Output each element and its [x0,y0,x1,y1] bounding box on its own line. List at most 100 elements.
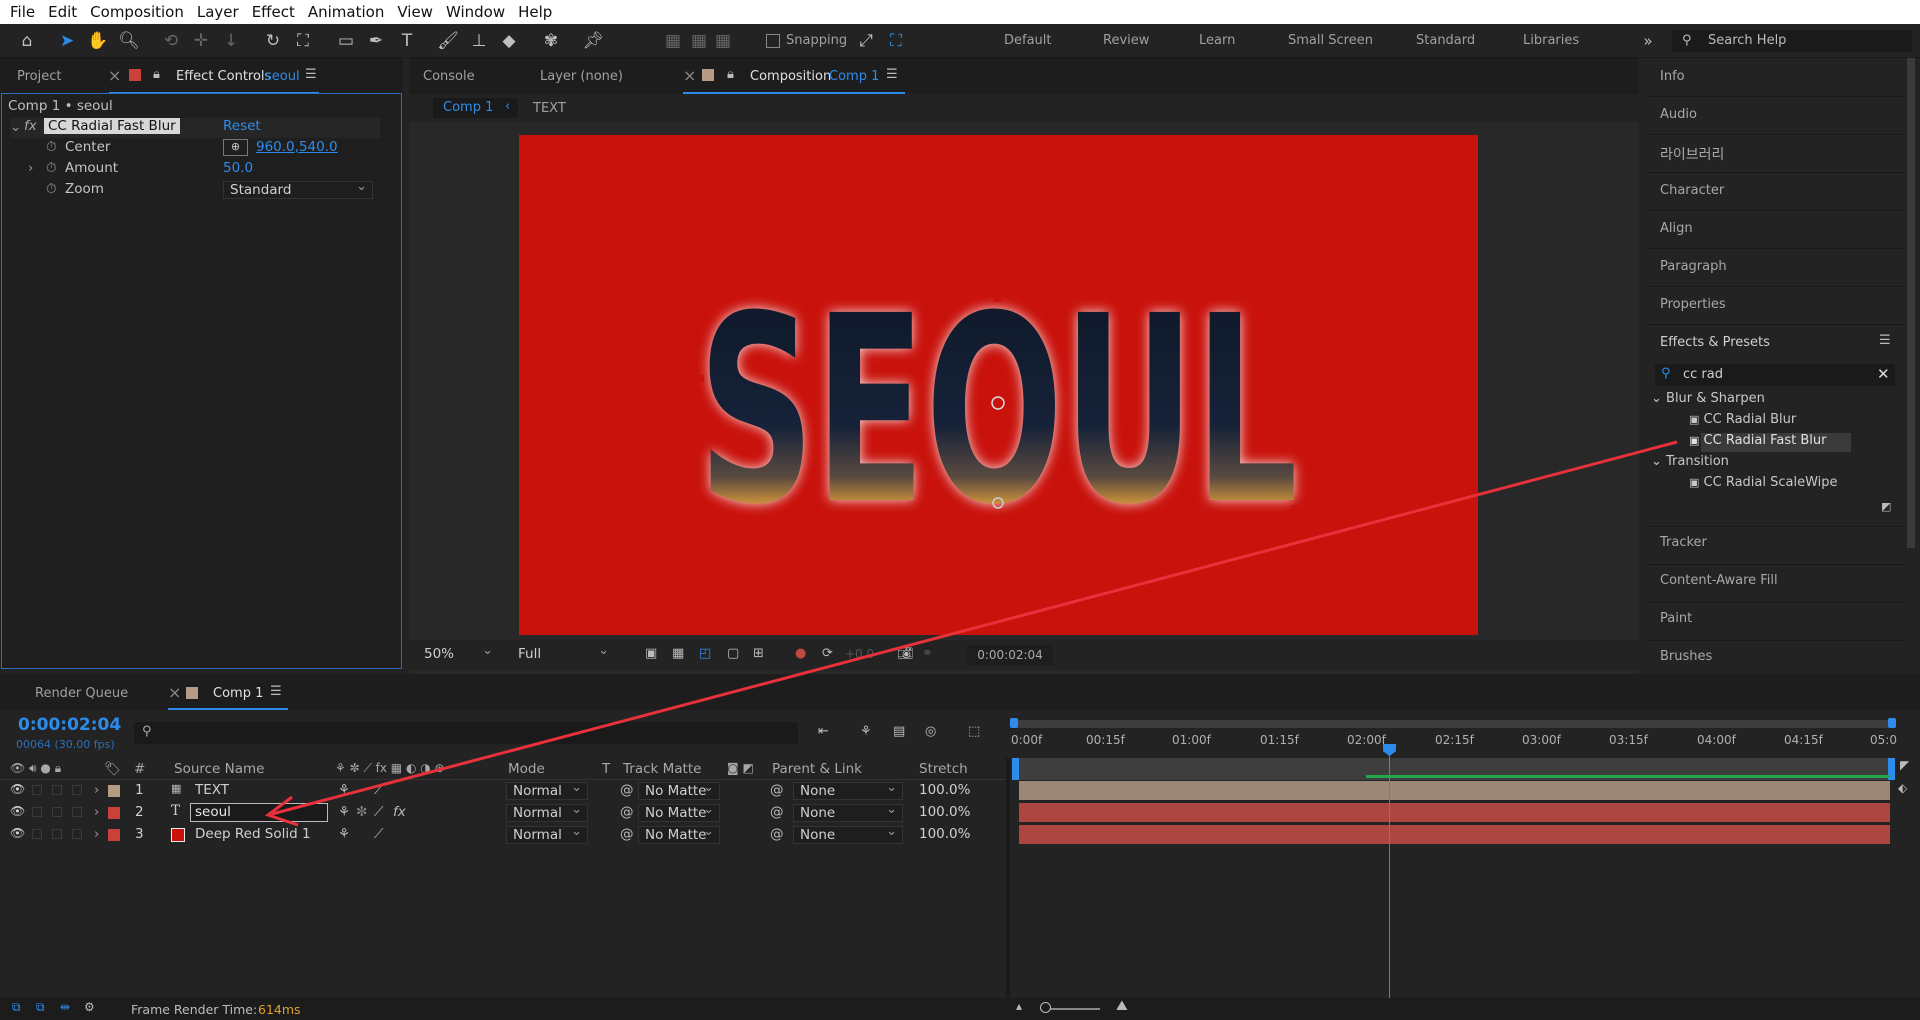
panel-libraries-ko[interactable]: 라이브러리 [1660,144,1724,164]
panel-paint[interactable]: Paint [1660,611,1692,626]
zoom-tool-icon[interactable]: 🔍︎ [118,30,140,52]
parent-pickwhip-icon[interactable]: @ [770,782,784,798]
quality-icon[interactable]: ⟋ [374,804,383,820]
layer-bar-deep-red-solid[interactable] [1019,825,1890,844]
canvas-text[interactable]: SEOUL [698,261,1298,561]
layer-label-color[interactable] [108,829,120,841]
clone-stamp-icon[interactable]: ⊥ [468,30,490,52]
mask-visibility-icon[interactable]: ◰ [699,646,711,661]
panel-align[interactable]: Align [1660,221,1693,236]
crosshair-icon[interactable]: ⊕ [223,139,248,156]
pan-camera-icon[interactable]: ✛ [190,30,212,52]
eye-icon[interactable]: 👁︎ [10,782,25,796]
anchor-tool-icon[interactable]: ⛶ [292,30,314,52]
pen-tool-icon[interactable]: ✒ [365,30,387,52]
menu-view[interactable]: View [393,3,442,21]
eye-icon[interactable]: 👁︎ [10,826,25,840]
layer-row[interactable]: 👁︎ › 1 ▦ TEXT ⚘ ⟋ Normal @ No Matte @ No… [0,780,1010,801]
puppet-pin-icon[interactable]: 📌︎ [582,30,604,52]
panel-audio[interactable]: Audio [1660,107,1697,122]
comp-button-icon[interactable]: ⬖ [1898,781,1907,795]
rectangle-tool-icon[interactable]: ▭ [335,30,357,52]
comp-canvas[interactable]: SEOUL SEOUL [519,135,1478,635]
chevron-down-icon[interactable]: ⌄ [10,119,21,135]
parent-dropdown[interactable]: None [793,824,903,844]
panel-info[interactable]: Info [1660,69,1685,84]
world-axis-icon[interactable]: ▦ [688,30,710,52]
workspace-review[interactable]: Review [1103,33,1149,48]
stopwatch-icon[interactable]: ⏱︎ [46,181,57,197]
tree-group-transition[interactable]: ⌄ Transition [1651,454,1729,469]
tab-comp1[interactable]: Comp 1 [213,686,263,701]
close-icon[interactable]: × [168,683,181,702]
tab-layer[interactable]: Layer (none) [540,69,623,84]
home-icon[interactable]: ⌂ [16,30,38,52]
menu-composition[interactable]: Composition [86,3,193,21]
tab-effect-controls[interactable]: Effect Controls [176,69,271,84]
flowchart-comp1[interactable]: Comp 1 ‹ [433,98,518,118]
matte-pickwhip-icon[interactable]: @ [620,826,634,842]
layer-bar-seoul[interactable] [1019,803,1890,822]
chevron-right-icon[interactable]: › [94,826,99,842]
stretch-value[interactable]: 100.0% [919,826,970,842]
chevron-right-icon[interactable]: › [94,804,99,820]
tab-composition[interactable]: Composition [750,69,831,84]
layer-name[interactable]: TEXT [195,782,229,798]
effect-cc-radial-blur[interactable]: ▣ CC Radial Blur [1689,412,1796,427]
resolution-dropdown[interactable]: Full [511,643,615,663]
rotate-tool-icon[interactable]: ↻ [262,30,284,52]
parent-pickwhip-icon[interactable]: @ [770,804,784,820]
mode-dropdown[interactable]: Normal [506,824,588,844]
zoom-dropdown[interactable]: Standard [223,179,373,199]
quality-icon[interactable]: ⟋ [374,826,383,842]
fx-icon[interactable]: fx [393,804,406,820]
tree-group-blur-sharpen[interactable]: ⌄ Blur & Sharpen [1651,391,1765,406]
in-out-toggle-icon[interactable]: ⇹ [60,1000,70,1014]
panel-paragraph[interactable]: Paragraph [1660,259,1727,274]
effects-search-field[interactable]: ⚲ cc rad ✕ [1655,364,1895,386]
collapse-icon[interactable]: ✼ [356,804,367,820]
snapping-checkbox[interactable] [766,34,780,48]
fx-icon[interactable]: fx [24,118,37,134]
panel-tracker[interactable]: Tracker [1660,535,1707,550]
new-preset-icon[interactable]: ◩ [1881,500,1891,513]
quality-icon[interactable]: ⟋ [374,782,383,798]
grid-guides-icon[interactable]: ⊞ [753,646,764,661]
track-matte-dropdown[interactable]: No Matte [638,824,720,844]
close-icon[interactable]: × [683,66,696,85]
flowchart-text[interactable]: TEXT [533,101,566,116]
stretch-value[interactable]: 100.0% [919,782,970,798]
layer-bar-text[interactable] [1019,781,1890,800]
comp-marker-bin-icon[interactable]: ◤ [1900,758,1909,772]
right-panel-scrollbar[interactable] [1907,58,1915,548]
workspace-small-screen[interactable]: Small Screen [1288,33,1373,48]
fast-preview-icon[interactable]: ▣ [645,646,657,661]
shy-icon[interactable]: ⚘ [338,804,350,820]
color-management-icon[interactable]: ⟳ [822,646,833,661]
navigator-end-handle[interactable] [1888,718,1896,728]
layer-row[interactable]: 👁︎ › 2 T seoul ⚘ ✼ ⟋ fx Normal @ No Matt… [0,802,1010,823]
menu-edit[interactable]: Edit [44,3,86,21]
tab-project[interactable]: Project [17,69,61,84]
layer-row[interactable]: 👁︎ › 3 Deep Red Solid 1 ⚘ ⟋ Normal @ No … [0,824,1010,845]
panel-content-aware-fill[interactable]: Content-Aware Fill [1660,573,1778,588]
snap-target-icon[interactable]: ⛶ [885,30,907,52]
effect-cc-radial-fast-blur[interactable]: ▣ CC Radial Fast Blur [1689,433,1827,448]
orbit-camera-icon[interactable]: ⟲ [160,30,182,52]
lock-icon[interactable]: 🔒︎ [727,67,734,82]
workspace-libraries[interactable]: Libraries [1523,33,1579,48]
tab-render-queue[interactable]: Render Queue [35,686,128,701]
transfer-controls-toggle-icon[interactable]: ⧉ [36,1000,45,1015]
workspace-learn[interactable]: Learn [1199,33,1235,48]
eye-icon[interactable]: 👁︎ [10,804,25,818]
parent-pickwhip-icon[interactable]: @ [770,826,784,842]
shy-icon[interactable]: ⚘ [338,826,350,842]
param-value[interactable]: 50.0 [223,160,253,176]
type-tool-icon[interactable]: T [396,30,418,52]
workspace-default[interactable]: Default [1004,33,1052,48]
render-time-toggle-icon[interactable]: ⚙ [84,1000,95,1014]
work-area-start[interactable] [1012,758,1019,780]
timeline-search-field[interactable]: ⚲ [134,722,798,744]
local-axis-icon[interactable]: ▦ [662,30,684,52]
panel-menu-icon[interactable]: ☰ [305,67,317,82]
